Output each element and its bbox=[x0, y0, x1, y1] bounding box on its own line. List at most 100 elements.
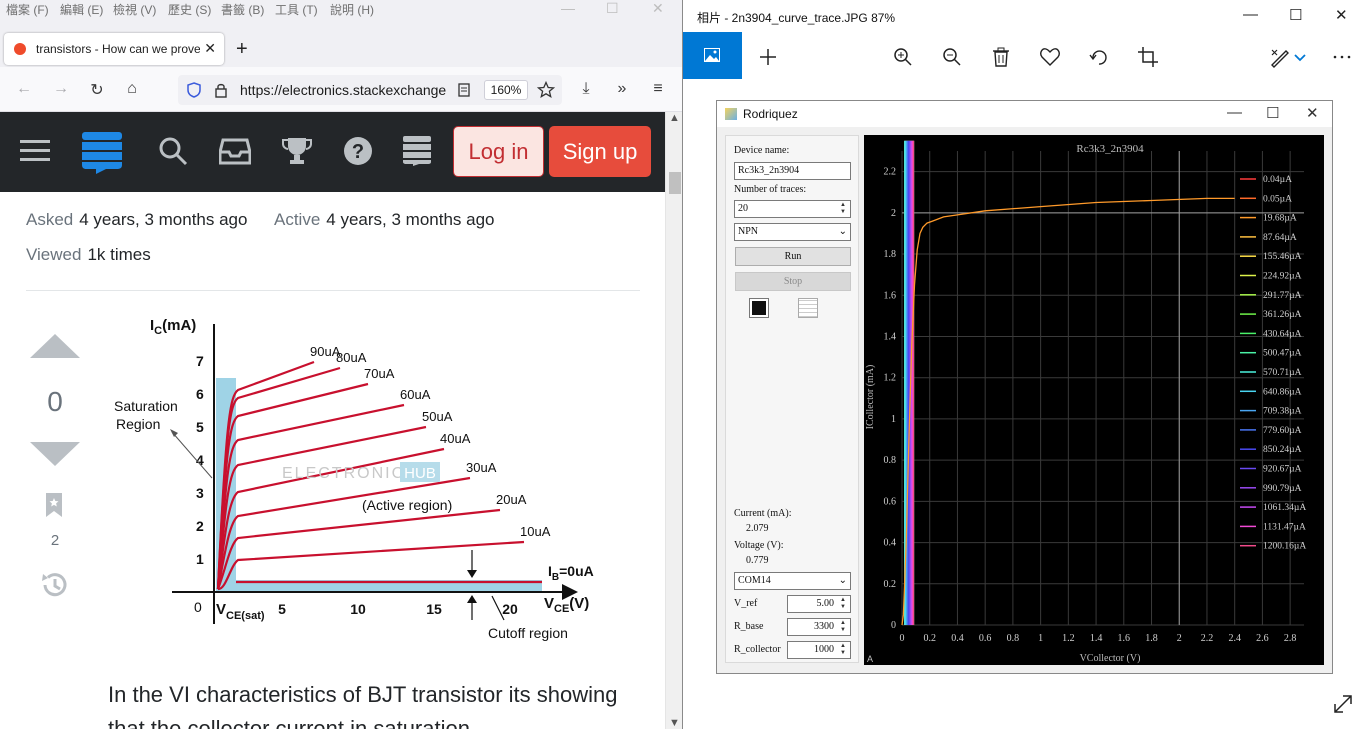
download-icon[interactable]: ⤓ bbox=[576, 80, 596, 100]
legend-label: 155.46µA bbox=[1263, 252, 1302, 262]
delete-icon[interactable] bbox=[990, 46, 1012, 68]
rodriquez-close-icon[interactable]: ✕ bbox=[1306, 104, 1319, 122]
legend-label: 430.64µA bbox=[1263, 329, 1302, 339]
vref-stepper[interactable]: 5.00 ▲ ▼ bbox=[787, 595, 851, 613]
menu-tools[interactable]: 工具 (T) bbox=[275, 1, 318, 18]
search-icon[interactable] bbox=[158, 136, 188, 166]
vref-spin-icon[interactable]: ▲ ▼ bbox=[837, 597, 849, 611]
stackexchange-sites-icon[interactable] bbox=[403, 136, 433, 166]
navigation-bar: ← → ↻ ⌂ https://electronics.stackexchang… bbox=[0, 67, 682, 112]
zoom-level[interactable]: 160% bbox=[484, 80, 528, 100]
stackexchange-favicon-icon bbox=[14, 43, 26, 55]
traces-spin-icon[interactable]: ▲ ▼ bbox=[837, 202, 849, 216]
legend-label: 1200.16µA bbox=[1263, 542, 1306, 552]
star-icon[interactable] bbox=[537, 81, 555, 99]
page-scrollbar[interactable]: ▲ ▼ bbox=[665, 112, 682, 729]
lock-icon[interactable] bbox=[214, 82, 228, 98]
maximize-icon[interactable]: ☐ bbox=[606, 0, 619, 17]
menu-file[interactable]: 檔案 (F) bbox=[6, 1, 49, 18]
run-button[interactable]: Run bbox=[735, 247, 851, 266]
dark-background-toggle[interactable] bbox=[749, 298, 769, 318]
zoom-in-icon[interactable] bbox=[892, 46, 914, 68]
device-name-field[interactable]: Rc3k3_2n3904 bbox=[734, 162, 851, 180]
menu-bookmarks[interactable]: 書籤 (B) bbox=[221, 1, 264, 18]
y-tick-label: 4 bbox=[196, 452, 204, 468]
scrollbar-thumb[interactable] bbox=[669, 172, 681, 194]
com-port-select[interactable]: COM14 ⌄ bbox=[734, 572, 851, 590]
grid-toggle-icon[interactable] bbox=[798, 298, 818, 318]
rodriquez-maximize-icon[interactable]: ☐ bbox=[1266, 104, 1279, 122]
menu-view[interactable]: 檢視 (V) bbox=[113, 1, 156, 18]
inbox-icon[interactable] bbox=[219, 136, 251, 166]
rcoll-stepper[interactable]: 1000 ▲ ▼ bbox=[787, 641, 851, 659]
scroll-down-icon[interactable]: ▼ bbox=[669, 717, 680, 729]
autoscale-icon[interactable]: A bbox=[867, 654, 873, 664]
add-icon[interactable] bbox=[757, 46, 779, 68]
menu-edit[interactable]: 編輯 (E) bbox=[60, 1, 103, 18]
favorite-heart-icon[interactable] bbox=[1039, 46, 1061, 68]
back-icon[interactable]: ← bbox=[14, 80, 34, 100]
chevron-down-icon[interactable] bbox=[1293, 46, 1315, 68]
transistor-type-select[interactable]: NPN ⌄ bbox=[734, 223, 851, 241]
stop-button[interactable]: Stop bbox=[735, 272, 851, 291]
rcoll-spin-icon[interactable]: ▲ ▼ bbox=[837, 643, 849, 657]
curve-label: 30uA bbox=[466, 460, 497, 475]
rodriquez-minimize-icon[interactable]: — bbox=[1227, 104, 1242, 121]
tab-close-icon[interactable]: ✕ bbox=[204, 40, 216, 57]
help-icon[interactable]: ? bbox=[343, 136, 373, 166]
tab-active[interactable]: transistors - How can we prove ✕ bbox=[4, 33, 224, 65]
legend-label: 500.47µA bbox=[1263, 349, 1302, 359]
x-tick-label: 0 bbox=[900, 633, 905, 644]
active-value[interactable]: 4 years, 3 months ago bbox=[326, 210, 494, 229]
rbase-spin-icon[interactable]: ▲ ▼ bbox=[837, 620, 849, 634]
minimize-icon[interactable]: — bbox=[561, 0, 575, 16]
photos-minimize-icon[interactable]: — bbox=[1243, 6, 1258, 23]
y-tick-label: 3 bbox=[196, 485, 204, 501]
more-options-icon[interactable] bbox=[1331, 46, 1353, 68]
edit-create-icon[interactable] bbox=[1269, 46, 1291, 68]
gallery-button[interactable] bbox=[683, 32, 742, 79]
photos-close-icon[interactable]: ✕ bbox=[1335, 6, 1348, 24]
stackexchange-logo-icon[interactable] bbox=[82, 132, 122, 174]
rbase-stepper[interactable]: 3300 ▲ ▼ bbox=[787, 618, 851, 636]
url-text[interactable]: https://electronics.stackexchange bbox=[240, 82, 448, 98]
reader-view-icon[interactable] bbox=[458, 83, 470, 97]
trophy-icon[interactable] bbox=[282, 136, 312, 166]
traces-stepper[interactable]: 20 ▲ ▼ bbox=[734, 200, 851, 218]
close-icon[interactable]: ✕ bbox=[652, 0, 664, 17]
signup-button[interactable]: Sign up bbox=[549, 126, 651, 177]
asked-value[interactable]: 4 years, 3 months ago bbox=[79, 210, 247, 229]
x-tick-label: 2 bbox=[1177, 633, 1182, 644]
zoom-out-icon[interactable] bbox=[941, 46, 963, 68]
rotate-icon[interactable] bbox=[1088, 46, 1110, 68]
bookmark-icon[interactable] bbox=[45, 492, 63, 518]
scroll-up-icon[interactable]: ▲ bbox=[669, 112, 680, 124]
rodriquez-title-bar: Rodriquez — ☐ ✕ bbox=[717, 101, 1332, 127]
new-tab-icon[interactable]: + bbox=[236, 38, 248, 61]
x-tick-labels: 5 10 15 20 bbox=[278, 601, 518, 617]
reload-icon[interactable]: ↻ bbox=[87, 80, 107, 100]
url-bar[interactable]: https://electronics.stackexchange 160% bbox=[178, 75, 562, 105]
menu-help[interactable]: 說明 (H) bbox=[330, 1, 374, 18]
x-tick-label: 0.4 bbox=[951, 633, 964, 644]
forward-icon[interactable]: → bbox=[51, 80, 71, 100]
legend-label: 361.26µA bbox=[1263, 310, 1302, 320]
curve-trace-chart[interactable]: 0 0.2 0.4 0.6 0.8 1 1.2 1.4 1.6 1.8 2 2.2 2.4 2.6 2.8 … bbox=[864, 135, 1324, 665]
crop-icon[interactable] bbox=[1137, 46, 1159, 68]
downvote-icon[interactable] bbox=[30, 442, 80, 466]
photos-title-bar: 相片 - 2n3904_curve_trace.JPG 87% — ☐ ✕ bbox=[683, 0, 1366, 32]
menu-history[interactable]: 歷史 (S) bbox=[168, 1, 211, 18]
expand-icon[interactable] bbox=[1331, 692, 1355, 716]
home-icon[interactable]: ⌂ bbox=[122, 80, 142, 100]
y-tick-label: 5 bbox=[196, 419, 204, 435]
overflow-chevron-icon[interactable]: » bbox=[612, 80, 632, 100]
hamburger-icon[interactable] bbox=[20, 140, 50, 162]
shield-icon[interactable] bbox=[186, 82, 202, 98]
x-tick-label: 20 bbox=[502, 601, 518, 617]
y-tick-labels: 1 2 3 4 5 6 7 bbox=[196, 353, 204, 567]
login-button[interactable]: Log in bbox=[453, 126, 544, 177]
history-icon[interactable] bbox=[39, 570, 71, 600]
hamburger-menu-icon[interactable]: ≡ bbox=[648, 80, 668, 100]
photos-maximize-icon[interactable]: ☐ bbox=[1289, 6, 1302, 24]
upvote-icon[interactable] bbox=[30, 334, 80, 358]
